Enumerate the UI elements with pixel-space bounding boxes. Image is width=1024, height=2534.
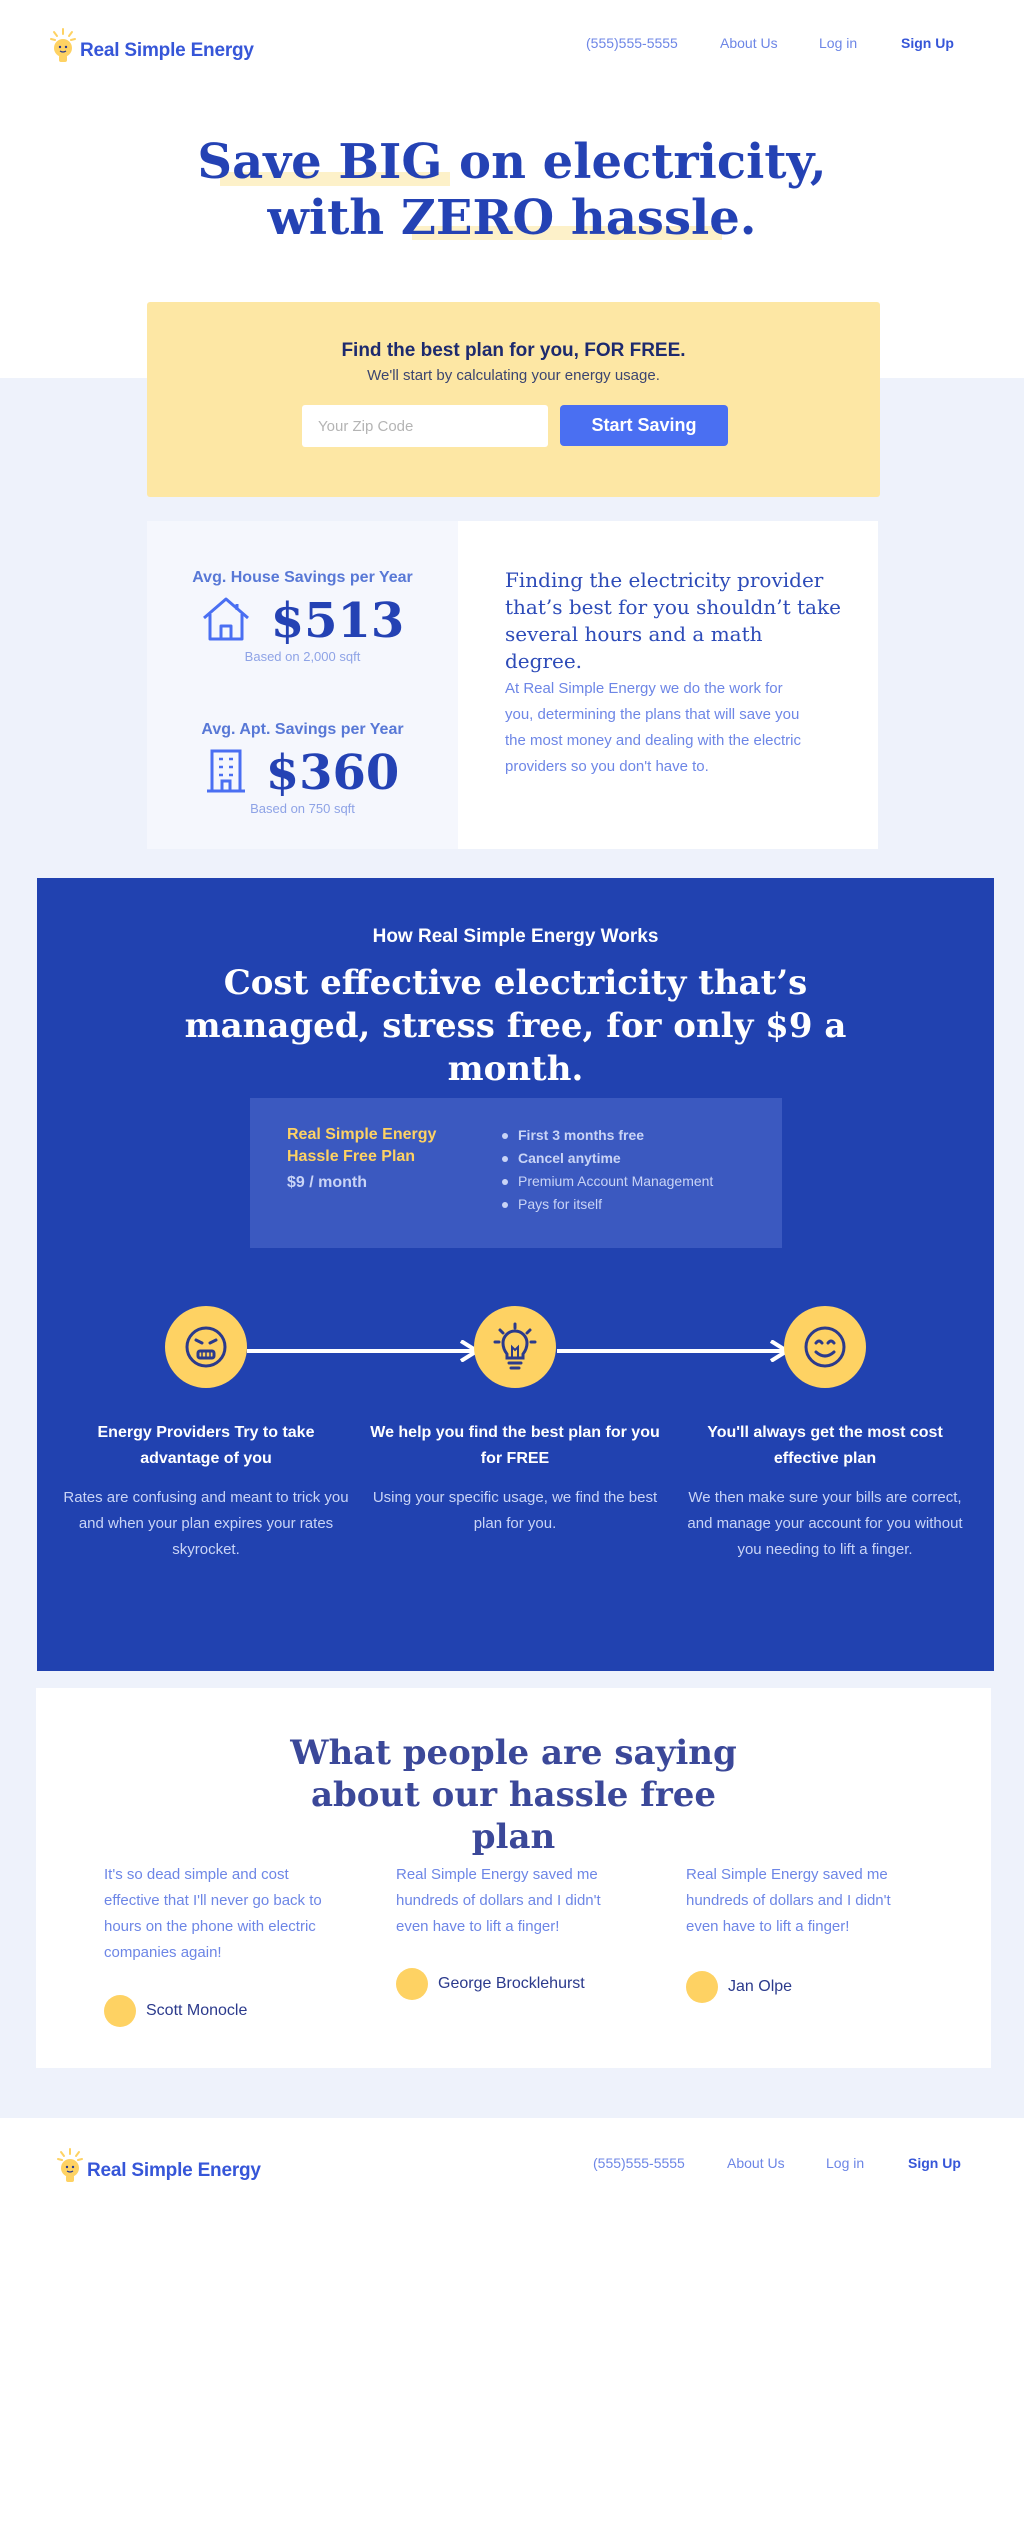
angry-face-icon xyxy=(165,1306,247,1388)
author-name: Jan Olpe xyxy=(728,1978,793,1995)
zip-code-input[interactable] xyxy=(302,405,548,447)
arrow-right-icon xyxy=(557,1340,791,1362)
testimonial-quote: Real Simple Energy saved me hundreds of … xyxy=(686,1866,891,1935)
how-it-works-section: How Real Simple Energy Works Cost effect… xyxy=(37,878,994,1671)
arrow-right-icon xyxy=(247,1340,481,1362)
footer-logo-link[interactable]: Real Simple Energy xyxy=(57,2148,261,2193)
savings-card: Avg. House Savings per Year $513 Based o… xyxy=(147,521,878,849)
testimonial-author: Scott Monocle xyxy=(104,1995,247,2027)
logo-link[interactable]: Real Simple Energy xyxy=(50,28,254,73)
smile-face-icon xyxy=(784,1306,866,1388)
house-savings-value: $513 xyxy=(270,593,405,649)
nav-login[interactable]: Log in xyxy=(819,35,857,51)
testimonial-author: George Brocklehurst xyxy=(396,1968,585,2000)
house-savings-note: Based on 2,000 sqft xyxy=(244,649,361,664)
step-title: We help you find the best plan for you f… xyxy=(370,1424,660,1467)
testimonial-quote: It's so dead simple and cost effective t… xyxy=(104,1866,322,1961)
footer-about[interactable]: About Us xyxy=(727,2155,785,2171)
step-body: Rates are confusing and meant to trick y… xyxy=(63,1489,349,1558)
brand-name: Real Simple Energy xyxy=(87,2159,261,2181)
how-title: Cost effective electricity that’s manage… xyxy=(184,963,847,1089)
house-icon xyxy=(201,596,251,647)
footer-phone-link[interactable]: (555)555-5555 xyxy=(593,2155,685,2171)
apt-savings-row: $360 xyxy=(147,745,458,801)
house-savings-row: $513 xyxy=(147,593,458,649)
step-title: Energy Providers Try to take advantage o… xyxy=(97,1424,315,1467)
step-title: You'll always get the most cost effectiv… xyxy=(707,1424,943,1467)
plan-feature: First 3 months free xyxy=(500,1124,713,1147)
brand-name: Real Simple Energy xyxy=(80,39,254,61)
plan-feature: Premium Account Management xyxy=(500,1170,713,1193)
testimonials-section: What people are saying about our hassle … xyxy=(36,1688,991,2068)
start-saving-button[interactable]: Start Saving xyxy=(560,405,728,446)
how-eyebrow: How Real Simple Energy Works xyxy=(372,926,659,947)
site-header: Real Simple Energy (555)555-5555 About U… xyxy=(0,0,1024,105)
house-savings-label: Avg. House Savings per Year xyxy=(192,569,413,586)
signup-panel: Find the best plan for you, FOR FREE. We… xyxy=(147,302,880,497)
testimonial-author: Jan Olpe xyxy=(686,1971,792,2003)
savings-body: At Real Simple Energy we do the work for… xyxy=(505,680,801,775)
savings-heading: Finding the electricity provider that’s … xyxy=(505,568,841,673)
nav-signup[interactable]: Sign Up xyxy=(901,35,954,51)
avatar xyxy=(686,1971,718,2003)
apt-savings-note: Based on 750 sqft xyxy=(250,801,355,816)
signup-subtitle: We'll start by calculating your energy u… xyxy=(367,367,660,384)
hero-line-1: Save BIG on electricity, xyxy=(197,134,827,190)
step-body: We then make sure your bills are correct… xyxy=(687,1489,963,1558)
plan-card: Real Simple Energy Hassle Free Plan $9 /… xyxy=(250,1098,782,1248)
building-icon xyxy=(206,748,246,799)
hero-title: Save BIG on electricity, with ZERO hassl… xyxy=(0,134,1024,246)
phone-link[interactable]: (555)555-5555 xyxy=(586,35,678,51)
plan-feature: Pays for itself xyxy=(500,1193,713,1216)
author-name: Scott Monocle xyxy=(146,2002,248,2019)
plan-price: $9 / month xyxy=(287,1174,368,1191)
nav-about[interactable]: About Us xyxy=(720,35,778,51)
avatar xyxy=(104,1995,136,2027)
avatar xyxy=(396,1968,428,2000)
testimonials-title: What people are saying about our hassle … xyxy=(290,1733,737,1857)
footer-signup[interactable]: Sign Up xyxy=(908,2155,961,2171)
lightbulb-logo-icon xyxy=(57,2148,83,2193)
apt-savings-value: $360 xyxy=(265,745,400,801)
step-body: Using your specific usage, we find the b… xyxy=(372,1489,658,1532)
lightbulb-logo-icon xyxy=(50,28,76,73)
plan-feature: Cancel anytime xyxy=(500,1147,713,1170)
lightbulb-icon xyxy=(474,1306,556,1388)
author-name: George Brocklehurst xyxy=(438,1975,585,1992)
savings-stats: Avg. House Savings per Year $513 Based o… xyxy=(147,521,458,849)
plan-name: Real Simple Energy Hassle Free Plan xyxy=(287,1126,437,1165)
hero-line-2: with ZERO hassle. xyxy=(267,190,757,246)
plan-features: First 3 months free Cancel anytime Premi… xyxy=(500,1124,713,1216)
apt-savings-label: Avg. Apt. Savings per Year xyxy=(201,721,404,738)
site-footer: Real Simple Energy (555)555-5555 About U… xyxy=(0,2118,1024,2218)
footer-login[interactable]: Log in xyxy=(826,2155,864,2171)
testimonial-quote: Real Simple Energy saved me hundreds of … xyxy=(396,1866,601,1935)
signup-title: Find the best plan for you, FOR FREE. xyxy=(341,340,686,361)
